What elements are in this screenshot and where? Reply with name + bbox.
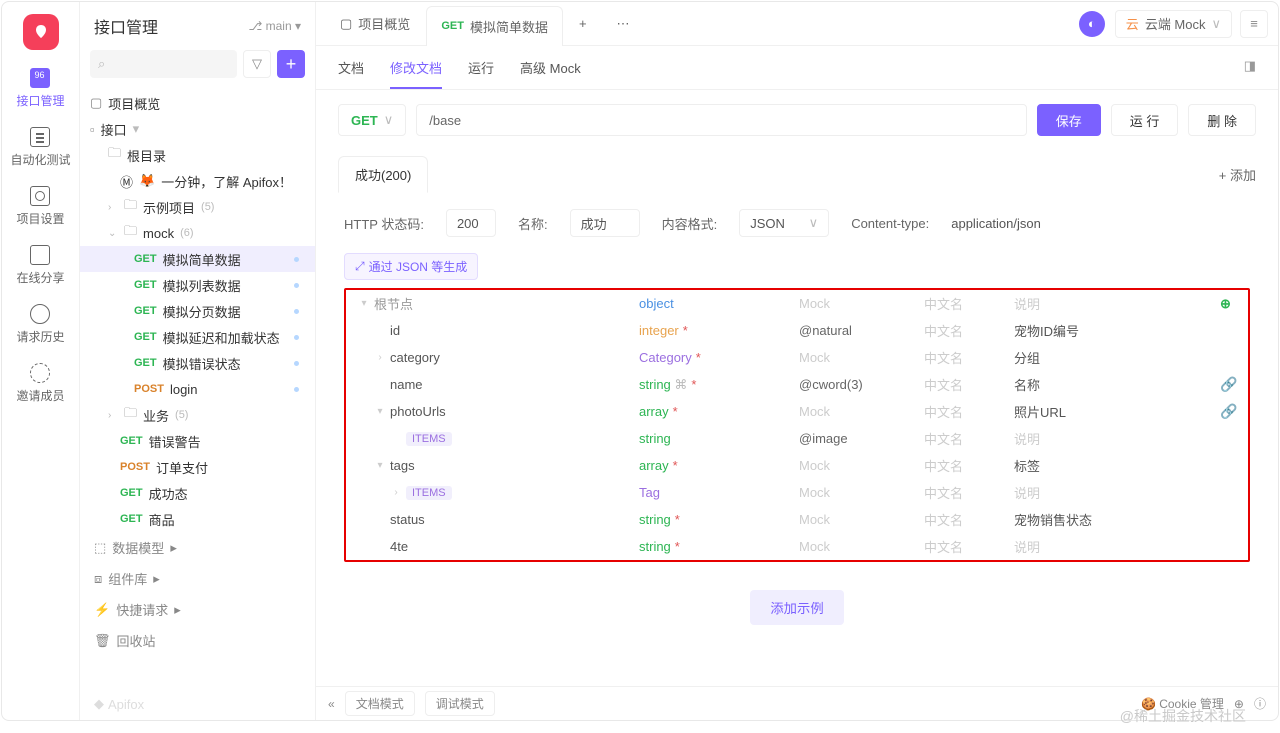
doc-mode-button[interactable]: 文档模式 (345, 691, 415, 716)
user-avatar[interactable]: ◐ (1079, 11, 1105, 37)
subtab-edit[interactable]: 修改文档 (390, 58, 442, 89)
sidebar: 接口管理 ⎇ main ▾ ⌕ ▽ + ▢项目概览 ▫接口 ▾ 🗀根目录 Ⓜ🦊一… (80, 2, 316, 720)
subtab-mock[interactable]: 高级 Mock (520, 58, 581, 89)
tree-mock-item[interactable]: GET模拟错误状态 (80, 350, 315, 376)
help-icon[interactable]: ⓘ (1254, 695, 1266, 712)
tree-quickstart[interactable]: Ⓜ🦊一分钟，了解 Apifox！ (80, 168, 315, 194)
nav-autotest[interactable]: 自动化测试 (10, 127, 70, 168)
tree-quickreq[interactable]: ⚡快捷请求 ▸ (80, 594, 315, 625)
env-selector[interactable]: 云云端 Mock∨ (1115, 10, 1232, 38)
nav-api-manage[interactable]: 接口管理 (16, 68, 64, 109)
collapse-icon[interactable]: « (328, 697, 335, 711)
contenttype-label: Content-type: (851, 216, 929, 231)
tree-biz-folder[interactable]: ›🗀业务(5) (80, 402, 315, 428)
response-tab[interactable]: 成功(200) (338, 156, 428, 193)
main-panel: ▢项目概览 GET模拟简单数据 + ⋯ ◐ 云云端 Mock∨ ≡ 文档 修改文… (316, 2, 1278, 720)
run-button[interactable]: 运 行 (1111, 104, 1179, 136)
panel-toggle-icon[interactable]: ◨ (1244, 58, 1256, 89)
tab-overview[interactable]: ▢项目概览 (326, 4, 424, 44)
schema-row[interactable]: ITEMSstring@image中文名说明 (346, 425, 1248, 452)
tree-mock-item[interactable]: GET模拟延迟和加载状态 (80, 324, 315, 350)
tree-biz-item[interactable]: GET错误警告 (80, 428, 315, 454)
tree-example-folder[interactable]: ›🗀示例项目(5) (80, 194, 315, 220)
tree-datamodel[interactable]: ⬚数据模型 ▸ (80, 532, 315, 563)
sidebar-title: 接口管理 (94, 14, 158, 38)
ctype-label: 内容格式: (662, 214, 718, 233)
tree-overview[interactable]: ▢项目概览 (80, 90, 315, 116)
schema-editor: ▾根节点objectMock中文名说明⊕idinteger*@natural中文… (344, 288, 1250, 562)
path-input[interactable]: /base (416, 104, 1026, 136)
schema-row[interactable]: ▾photoUrlsarray*Mock中文名照片URL🔗 (346, 398, 1248, 425)
left-nav: 接口管理 自动化测试 项目设置 在线分享 请求历史 邀请成员 (2, 2, 80, 720)
nav-project-settings[interactable]: 项目设置 (16, 186, 64, 227)
link-icon: 🔗 (1220, 403, 1237, 419)
tab-new[interactable]: + (565, 4, 601, 44)
tab-more[interactable]: ⋯ (603, 4, 644, 44)
add-example-button[interactable]: 添加示例 (750, 590, 843, 625)
add-response-button[interactable]: + 添加 (1219, 165, 1256, 184)
search-input[interactable]: ⌕ (90, 50, 237, 78)
url-bar: GET∨ /base 保存 运 行 删 除 (316, 90, 1278, 150)
nav-share[interactable]: 在线分享 (16, 245, 64, 286)
method-selector[interactable]: GET∨ (338, 104, 406, 136)
tree-mock-item[interactable]: GET模拟分页数据 (80, 298, 315, 324)
tab-active-api[interactable]: GET模拟简单数据 (426, 6, 563, 46)
schema-row[interactable]: statusstring*Mock中文名宠物销售状态 (346, 506, 1248, 533)
tree-biz-item[interactable]: GET成功态 (80, 480, 315, 506)
tree-biz-item[interactable]: GET商品 (80, 506, 315, 532)
response-form: HTTP 状态码: 200 名称: 成功 内容格式: JSON∨ Content… (316, 203, 1278, 249)
nav-history[interactable]: 请求历史 (16, 304, 64, 345)
name-input[interactable]: 成功 (570, 209, 640, 237)
status-bar: « 文档模式 调试模式 🍪 Cookie 管理 ⊕ ⓘ (316, 686, 1278, 720)
link-icon: 🔗 (1220, 376, 1237, 392)
gen-from-json-button[interactable]: ⤢通过 JSON 等生成 (344, 253, 478, 280)
tree-mock-item[interactable]: GET模拟列表数据 (80, 272, 315, 298)
subtab-run[interactable]: 运行 (468, 58, 494, 89)
schema-row[interactable]: idinteger*@natural中文名宠物ID编号 (346, 317, 1248, 344)
cookie-manage-link[interactable]: 🍪 Cookie 管理 (1141, 695, 1224, 712)
tree-mock-folder[interactable]: ⌄🗀mock(6) (80, 220, 315, 246)
schema-row[interactable]: ▾根节点objectMock中文名说明⊕ (346, 290, 1248, 317)
status-label: HTTP 状态码: (344, 214, 424, 233)
schema-row[interactable]: ▾tagsarray*Mock中文名标签 (346, 452, 1248, 479)
tree-mock-item[interactable]: POSTlogin (80, 376, 315, 402)
api-subtabs: 文档 修改文档 运行 高级 Mock ◨ (316, 46, 1278, 90)
ctype-select[interactable]: JSON∨ (739, 209, 829, 237)
app-logo (23, 14, 59, 50)
branch-selector[interactable]: ⎇ main ▾ (248, 19, 301, 33)
brand-footer: ◆ Apifox (80, 688, 315, 720)
notify-icon[interactable]: ⊕ (1234, 697, 1244, 711)
schema-row[interactable]: 4testring*Mock中文名说明 (346, 533, 1248, 560)
tree-trash[interactable]: 🗑回收站 (80, 625, 315, 656)
save-button[interactable]: 保存 (1037, 104, 1101, 136)
api-tree: ▢项目概览 ▫接口 ▾ 🗀根目录 Ⓜ🦊一分钟，了解 Apifox！ ›🗀示例项目… (80, 86, 315, 688)
layout-menu-icon[interactable]: ≡ (1240, 10, 1268, 38)
name-label: 名称: (518, 214, 548, 233)
contenttype-value: application/json (951, 216, 1041, 231)
schema-row[interactable]: ›ITEMSTagMock中文名说明 (346, 479, 1248, 506)
add-button[interactable]: + (277, 50, 305, 78)
schema-row[interactable]: namestring ⌘*@cword(3)中文名名称🔗 (346, 371, 1248, 398)
tree-mock-item[interactable]: GET模拟简单数据 (80, 246, 315, 272)
schema-row[interactable]: ›categoryCategory*Mock中文名分组 (346, 344, 1248, 371)
editor-tabs: ▢项目概览 GET模拟简单数据 + ⋯ ◐ 云云端 Mock∨ ≡ (316, 2, 1278, 46)
add-field-icon: ⊕ (1220, 296, 1231, 311)
tree-root-folder[interactable]: 🗀根目录 (80, 142, 315, 168)
filter-button[interactable]: ▽ (243, 50, 271, 78)
tree-biz-item[interactable]: POST订单支付 (80, 454, 315, 480)
subtab-doc[interactable]: 文档 (338, 58, 364, 89)
tree-interface-root[interactable]: ▫接口 ▾ (80, 116, 315, 142)
debug-mode-button[interactable]: 调试模式 (425, 691, 495, 716)
status-input[interactable]: 200 (446, 209, 496, 237)
delete-button[interactable]: 删 除 (1188, 104, 1256, 136)
nav-invite[interactable]: 邀请成员 (16, 363, 64, 404)
tree-components[interactable]: ⧈组件库 ▸ (80, 563, 315, 594)
